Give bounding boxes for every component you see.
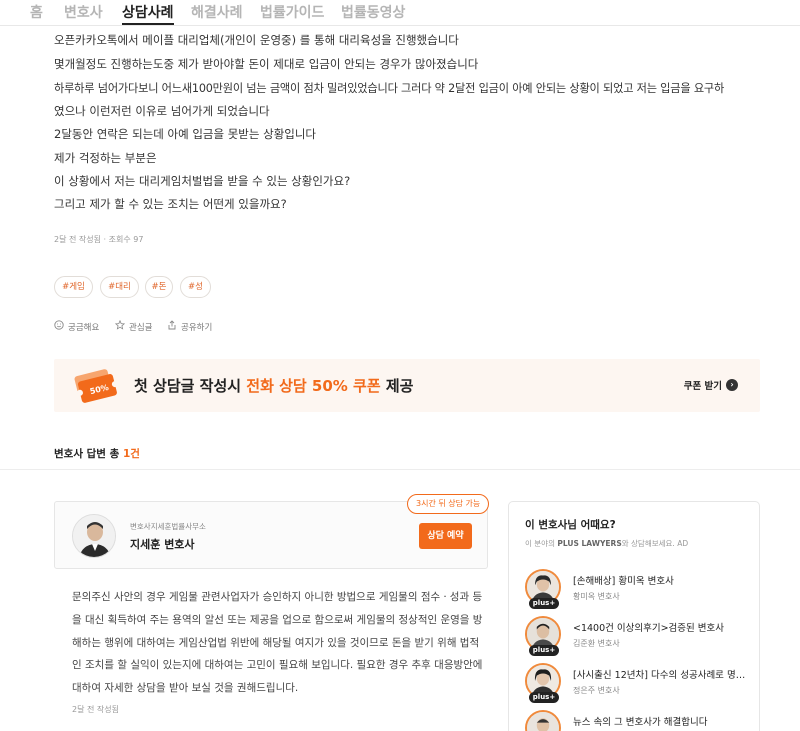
lawyer-avatar — [525, 710, 561, 731]
nav-consultations[interactable]: 상담사례 — [122, 2, 174, 25]
get-coupon-button[interactable]: 쿠폰 받기 › — [684, 378, 738, 392]
recommend-name: 김준환 변호사 — [573, 639, 620, 648]
curious-action[interactable]: 궁금해요 — [54, 320, 99, 333]
answers-count: 1건 — [122, 448, 140, 460]
top-nav: 홈 변호사 상담사례 해결사례 법률가이드 법률동영상 — [0, 0, 800, 26]
recommend-item[interactable]: plus+ [사시출신 12년차] 다수의 성공사례로 명쾌... 정은주 변호… — [525, 663, 755, 703]
question-line: 하루하루 넘어가다보니 어느새100만원이 넘는 금액이 점차 밀려있었습니다 … — [54, 82, 725, 95]
banner-text: 첫 상담글 작성시 전화 상담 50% 쿠폰 제공 — [134, 377, 414, 395]
recommend-name: 정은주 변호사 — [573, 686, 620, 695]
recommend-item[interactable]: plus+ [손해배상] 황미옥 변호사 황미옥 변호사 — [525, 569, 755, 609]
tag-chip[interactable]: #게임 — [54, 276, 93, 298]
tag-chip[interactable]: #대리 — [100, 276, 139, 298]
plus-badge: plus+ — [529, 645, 559, 656]
answer-line: 인 조치를 할 실익이 있는지에 대하여는 고민이 필요해 보입니다. 필요한 … — [72, 659, 483, 671]
recommend-item[interactable]: plus+ <1400건 이상의후기>검증된 변호사 김준환 변호사 — [525, 616, 755, 656]
nav-legal-guide[interactable]: 법률가이드 — [260, 2, 324, 22]
plus-badge: plus+ — [529, 692, 559, 703]
nav-legal-video[interactable]: 법률동영상 — [341, 2, 405, 22]
question-line: 그리고 제가 할 수 있는 조치는 어떤게 있을까요? — [54, 197, 287, 211]
answers-heading: 변호사 답변 총 1건 — [54, 448, 140, 460]
plus-badge: plus+ — [529, 598, 559, 609]
get-coupon-label: 쿠폰 받기 — [683, 381, 722, 392]
nav-home[interactable]: 홈 — [30, 2, 43, 22]
bookmark-label: 관심글 — [129, 322, 153, 333]
recommend-headline[interactable]: 뉴스 속의 그 변호사가 해결합니다 — [573, 714, 751, 728]
answer-line: 문의주신 사안의 경우 게임물 관련사업자가 승인하지 아니한 방법으로 게임물… — [72, 591, 483, 603]
section-divider — [0, 469, 800, 470]
question-line: 오픈카카오톡에서 메이플 대리업체(개인이 운영중) 를 통해 대리육성을 진행… — [54, 33, 459, 47]
lawyer-avatar[interactable] — [72, 514, 116, 558]
recommend-title: 이 변호사님 어때요? — [525, 519, 616, 531]
tag-chip[interactable]: #성 — [180, 276, 211, 298]
lawyer-card[interactable]: 변호사지세훈법률사무소 지세훈 변호사 3시간 뒤 상담 가능 상담 예약 — [54, 494, 490, 569]
question-line: 제가 걱정하는 부분은 — [54, 151, 157, 165]
question-line: 몇개월정도 진행하는도중 제가 받아야할 돈이 제대로 입금이 안되는 경우가 … — [54, 57, 479, 71]
answer-line: 을 대신 획득하여 주는 용역의 알선 또는 제공을 업으로 함으로써 게임물의… — [72, 614, 483, 626]
star-icon — [114, 319, 126, 333]
question-line: 였으나 이런저런 이유로 넘어가게 되었습니다 — [54, 104, 270, 118]
question-meta: 2달 전 작성됨 · 조회수 97 — [54, 235, 144, 244]
smile-icon — [54, 320, 64, 333]
recommend-name: 황미옥 변호사 — [573, 592, 620, 601]
question-line: 이 상황에서 저는 대리게임처벌법을 받을 수 있는 상황인가요? — [54, 174, 351, 188]
curious-label: 궁금해요 — [68, 322, 100, 333]
recommend-headline[interactable]: [손해배상] 황미옥 변호사 — [573, 573, 751, 587]
recommend-headline[interactable]: [사시출신 12년차] 다수의 성공사례로 명쾌... — [573, 667, 751, 681]
answer-line: 해하는 행위에 대하여는 게임산업법 위반에 해당될 여지가 있을 것이므로 돈… — [72, 637, 480, 649]
share-icon — [167, 320, 177, 333]
recommend-headline[interactable]: <1400건 이상의후기>검증된 변호사 — [573, 620, 751, 634]
tag-chip[interactable]: #돈 — [145, 276, 173, 298]
share-label: 공유하기 — [181, 322, 213, 333]
lawyer-firm: 변호사지세훈법률사무소 — [130, 522, 206, 531]
share-action[interactable]: 공유하기 — [167, 320, 212, 333]
answer-meta: 2달 전 작성됨 — [72, 705, 119, 714]
book-consultation-button[interactable]: 상담 예약 — [419, 523, 472, 549]
question-line: 2달동안 연락은 되는데 아예 입금을 못받는 상황입니다 — [54, 127, 317, 141]
availability-badge: 3시간 뒤 상담 가능 — [407, 494, 490, 514]
answer-line: 대하여 자세한 상담을 받아 보실 것을 권해드립니다. — [72, 682, 299, 694]
nav-solved-cases[interactable]: 해결사례 — [191, 2, 243, 22]
banner-highlight: 전화 상담 50% 쿠폰 — [246, 377, 381, 395]
recommend-subtitle: 이 분야의 PLUS LAWYERS와 상담해보세요. AD — [525, 539, 689, 548]
coupon-icon: 50% — [72, 368, 118, 406]
nav-lawyers[interactable]: 변호사 — [64, 2, 103, 22]
recommend-item[interactable]: 뉴스 속의 그 변호사가 해결합니다 — [525, 710, 755, 731]
chevron-right-icon: › — [726, 379, 738, 391]
lawyer-name[interactable]: 지세훈 변호사 — [130, 536, 195, 552]
coupon-banner[interactable]: 50% 첫 상담글 작성시 전화 상담 50% 쿠폰 제공 쿠폰 받기 › — [54, 359, 760, 412]
recommend-panel: 이 변호사님 어때요? 이 분야의 PLUS LAWYERS와 상담해보세요. … — [508, 501, 760, 731]
bookmark-action[interactable]: 관심글 — [114, 319, 153, 333]
